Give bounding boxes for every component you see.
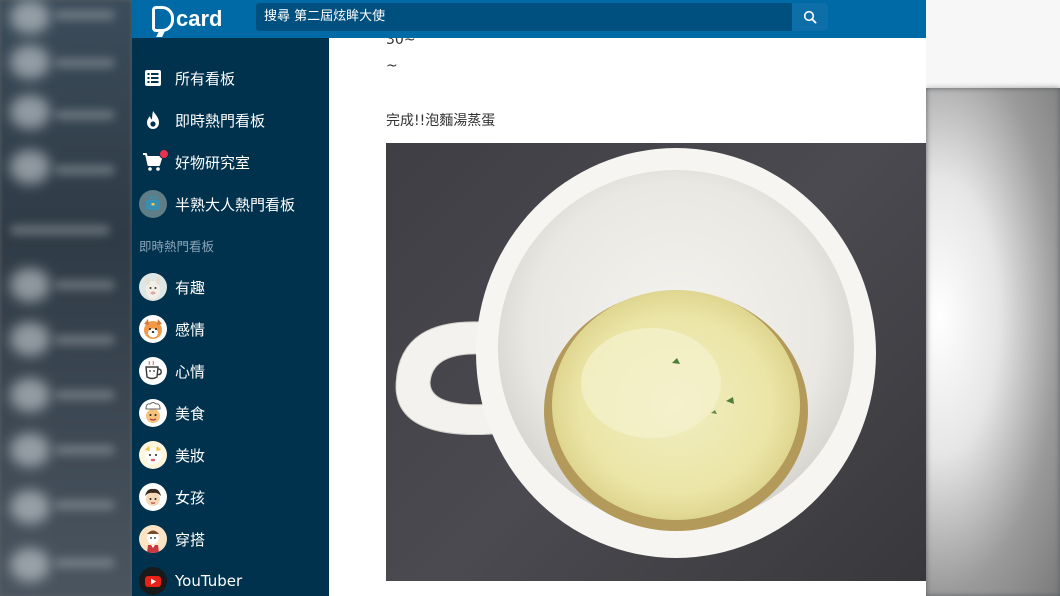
sidebar-item-funny[interactable]: 有趣	[132, 267, 329, 307]
sidebar-item-label: 美妝	[175, 446, 206, 465]
alpaca-avatar-icon	[139, 273, 167, 301]
sidebar-item-label: 好物研究室	[175, 153, 251, 172]
sidebar-item-label: YouTuber	[175, 572, 243, 590]
sidebar-item-label: 即時熱門看板	[175, 111, 266, 130]
cup-avatar-icon	[139, 357, 167, 385]
search-button[interactable]	[792, 3, 828, 31]
sidebar-item-makeup[interactable]: 美妝	[132, 435, 329, 475]
sidebar-item-outfit[interactable]: 穿搭	[132, 519, 329, 559]
sidebar-item-youtuber[interactable]: YouTuber	[132, 561, 329, 596]
sidebar-item-trending-boards[interactable]: 即時熱門看板	[132, 100, 329, 140]
sidebar: 所有看板 即時熱門看板 好物研究室 半熟大人熱門看板 即時熱門看板 有趣 感情 …	[132, 38, 329, 596]
post-text-line: 30~	[386, 38, 416, 48]
post-photo-steamed-egg[interactable]	[386, 143, 926, 581]
sidebar-item-label: 穿搭	[175, 530, 206, 549]
mug-photo-illustration	[395, 148, 876, 558]
sidebar-item-goods-lab[interactable]: 好物研究室	[132, 142, 329, 182]
post-content: 30~ ~ 完成!!泡麵湯蒸蛋	[329, 38, 926, 596]
youtube-avatar-icon	[139, 567, 167, 595]
notification-badge	[159, 149, 169, 159]
briefcase-avatar-icon	[139, 190, 167, 218]
post-text-line: ~	[386, 58, 398, 74]
section-title-trending: 即時熱門看板	[139, 239, 215, 254]
list-icon	[140, 65, 166, 91]
post-caption: 完成!!泡麵湯蒸蛋	[386, 113, 496, 129]
sidebar-item-mood[interactable]: 心情	[132, 351, 329, 391]
logo-text: card	[176, 6, 223, 31]
sidebar-item-semi-adult-boards[interactable]: 半熟大人熱門看板	[132, 184, 329, 224]
sidebar-item-label: 心情	[175, 362, 206, 381]
sidebar-item-label: 美食	[175, 404, 206, 423]
flame-icon	[140, 107, 166, 133]
search-icon	[803, 10, 817, 24]
dog-avatar-icon	[139, 315, 167, 343]
dcard-logo-mark-icon	[152, 6, 174, 32]
chef-avatar-icon	[139, 399, 167, 427]
blurred-background-left	[0, 0, 132, 596]
search-input[interactable]	[264, 3, 784, 31]
sidebar-item-girl[interactable]: 女孩	[132, 477, 329, 517]
blurred-background-right-top	[926, 0, 1060, 88]
sidebar-item-label: 半熟大人熱門看板	[175, 195, 296, 214]
dcard-logo[interactable]: card	[152, 4, 222, 34]
search-box	[256, 3, 828, 31]
sidebar-item-all-boards[interactable]: 所有看板	[132, 58, 329, 98]
sidebar-item-relationship[interactable]: 感情	[132, 309, 329, 349]
lipstick-avatar-icon	[139, 441, 167, 469]
sidebar-item-label: 所有看板	[175, 69, 236, 88]
sidebar-item-label: 感情	[175, 320, 206, 339]
sidebar-item-food[interactable]: 美食	[132, 393, 329, 433]
sidebar-item-label: 有趣	[175, 278, 206, 297]
girl-avatar-icon	[139, 483, 167, 511]
sidebar-item-label: 女孩	[175, 488, 206, 507]
top-navigation-bar: card	[132, 0, 926, 38]
blurred-background-right	[926, 88, 1060, 596]
outfit-avatar-icon	[139, 525, 167, 553]
